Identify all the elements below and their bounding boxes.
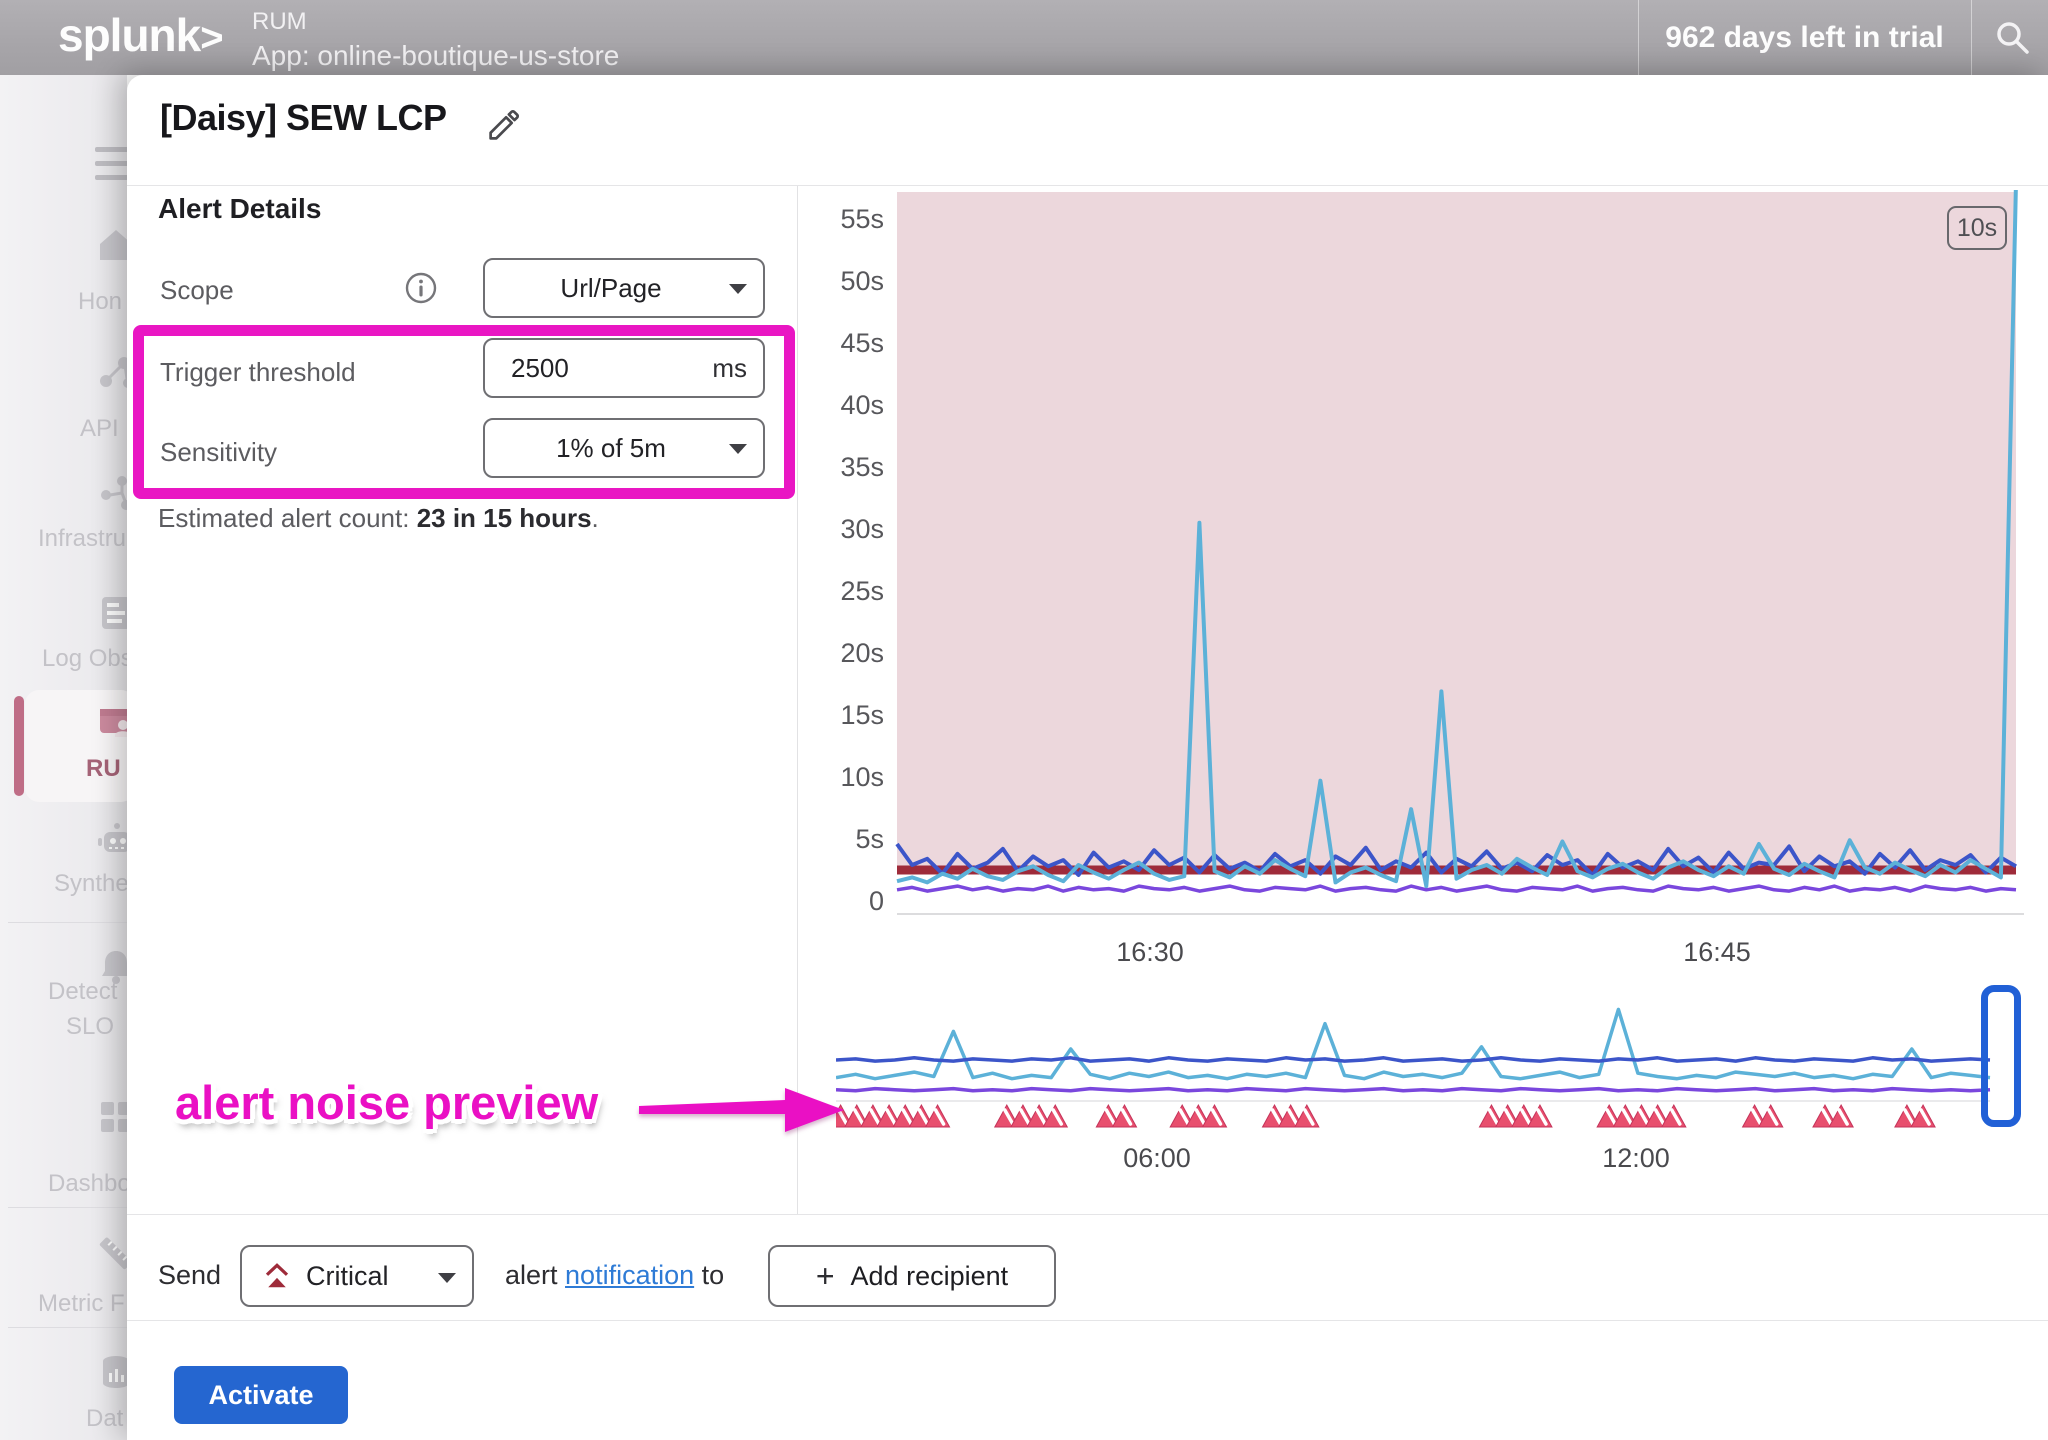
severity-value: Critical: [306, 1261, 389, 1292]
alert-marker-icon: [1043, 1105, 1067, 1127]
x-axis-tick: 16:30: [1116, 937, 1184, 968]
menu-toggle-icon[interactable]: [95, 147, 127, 189]
annotation-alert-noise-preview: alert noise preview: [175, 1075, 598, 1130]
sidebar-nav: Hon API Infrastru Log Obs RU Synthe Dete…: [0, 75, 127, 1440]
sidebar-item-log-observer[interactable]: Log Obs: [42, 645, 127, 673]
plus-icon: +: [816, 1258, 835, 1295]
svg-text:50s: 50s: [840, 266, 884, 296]
modal-header-divider: [127, 185, 2048, 186]
rum-icon: [96, 703, 127, 743]
svg-text:0: 0: [869, 886, 884, 916]
search-icon[interactable]: [1993, 18, 2033, 58]
alert-preview-chart: 55s 50s 45s 40s 35s 30s 25s 20s 15s 10s 5s 0: [820, 190, 2048, 916]
sidebar-item-data-management[interactable]: Dat: [86, 1405, 123, 1433]
dashboards-icon: [96, 1097, 127, 1137]
chevron-down-icon: [438, 1273, 456, 1283]
log-observer-icon: [96, 593, 127, 633]
alert-config-modal: [Daisy] SEW LCP Alert Details Scope Url/…: [127, 75, 2048, 1440]
svg-text:5s: 5s: [855, 824, 884, 854]
sidebar-rum-accent-bar: [14, 696, 24, 796]
chevron-down-icon: [729, 284, 747, 294]
critical-severity-icon: [262, 1261, 292, 1291]
sidebar-divider: [8, 1327, 127, 1328]
sidebar-divider: [8, 1207, 127, 1208]
add-recipient-button[interactable]: + Add recipient: [768, 1245, 1056, 1307]
section-title-alert-details: Alert Details: [158, 193, 321, 225]
alert-marker-icon: [1113, 1105, 1137, 1127]
svg-text:20s: 20s: [840, 638, 884, 668]
chart-max-badge: 10s: [1947, 206, 2007, 250]
trigger-threshold-label: Trigger threshold: [160, 357, 356, 388]
info-icon[interactable]: [403, 270, 439, 306]
x-axis-tick: 16:45: [1683, 937, 1751, 968]
sidebar-item-dashboards[interactable]: Dashbo: [48, 1170, 127, 1198]
breadcrumb-app: App: online-boutique-us-store: [252, 40, 619, 72]
sensitivity-label: Sensitivity: [160, 437, 277, 468]
sidebar-item-home[interactable]: Hon: [78, 288, 122, 316]
footer-divider: [127, 1320, 2048, 1321]
alert-noise-preview-chart: [836, 980, 2026, 1130]
sensitivity-dropdown[interactable]: 1% of 5m: [483, 418, 765, 478]
x-axis-tick: 12:00: [1602, 1143, 1670, 1174]
notification-link[interactable]: notification: [565, 1260, 694, 1290]
breadcrumb-product: RUM: [252, 8, 307, 36]
chevron-down-icon: [729, 444, 747, 454]
alert-marker-icon: [1662, 1105, 1686, 1127]
svg-text:15s: 15s: [840, 700, 884, 730]
data-icon: [96, 1353, 127, 1393]
activate-button[interactable]: Activate: [174, 1366, 348, 1424]
svg-text:55s: 55s: [840, 204, 884, 234]
alert-marker-icon: [1911, 1105, 1935, 1127]
header-divider: [1971, 0, 1972, 75]
top-header: splunk> RUM App: online-boutique-us-stor…: [0, 0, 2048, 75]
scope-value: Url/Page: [485, 273, 763, 304]
alert-marker-icon: [1528, 1105, 1552, 1127]
alert-marker-icon: [1759, 1105, 1783, 1127]
x-axis-tick: 06:00: [1123, 1143, 1191, 1174]
sidebar-item-synthetics[interactable]: Synthe: [54, 870, 127, 898]
sensitivity-value: 1% of 5m: [485, 433, 763, 464]
annotation-arrow-icon: [639, 1087, 844, 1133]
splunk-logo: splunk>: [58, 8, 223, 62]
scope-label: Scope: [160, 275, 234, 306]
svg-text:10s: 10s: [840, 762, 884, 792]
synthetics-icon: [96, 820, 127, 860]
alert-notification-text: alert notification to: [505, 1260, 724, 1291]
metrics-icon: [96, 1233, 127, 1273]
svg-text:45s: 45s: [840, 328, 884, 358]
svg-text:25s: 25s: [840, 576, 884, 606]
modal-title: [Daisy] SEW LCP: [160, 97, 447, 139]
add-recipient-label: Add recipient: [851, 1261, 1009, 1292]
sidebar-divider: [8, 922, 127, 923]
estimated-alert-count: Estimated alert count: 23 in 15 hours.: [158, 503, 599, 534]
svg-text:35s: 35s: [840, 452, 884, 482]
infrastructure-icon: [96, 473, 127, 513]
time-brush-handle[interactable]: [1981, 985, 2021, 1127]
svg-text:40s: 40s: [840, 390, 884, 420]
sidebar-item-apm[interactable]: API: [80, 415, 119, 443]
send-label: Send: [158, 1260, 221, 1291]
alert-marker-icon: [1829, 1105, 1853, 1127]
panel-divider: [797, 186, 798, 1214]
sidebar-item-rum[interactable]: RU: [86, 755, 121, 783]
edit-title-icon[interactable]: [485, 108, 521, 144]
sidebar-item-infrastructure[interactable]: Infrastru: [38, 525, 126, 553]
trigger-threshold-input[interactable]: 2500 ms: [483, 338, 765, 398]
trigger-threshold-unit: ms: [712, 353, 747, 384]
severity-dropdown[interactable]: Critical: [240, 1245, 474, 1307]
home-icon: [96, 225, 127, 265]
alert-marker-icon: [1295, 1105, 1319, 1127]
alert-marker-icon: [1203, 1105, 1227, 1127]
svg-text:30s: 30s: [840, 514, 884, 544]
apm-icon: [96, 353, 127, 393]
sidebar-item-detectors[interactable]: Detect: [48, 978, 117, 1006]
alert-marker-icon: [926, 1105, 950, 1127]
scope-dropdown[interactable]: Url/Page: [483, 258, 765, 318]
trigger-threshold-value: 2500: [511, 353, 569, 384]
footer-divider: [127, 1214, 2048, 1215]
sidebar-item-slo[interactable]: SLO: [66, 1013, 114, 1041]
sidebar-item-metric-finder[interactable]: Metric F: [38, 1290, 125, 1318]
trial-countdown: 962 days left in trial: [1638, 0, 1971, 75]
